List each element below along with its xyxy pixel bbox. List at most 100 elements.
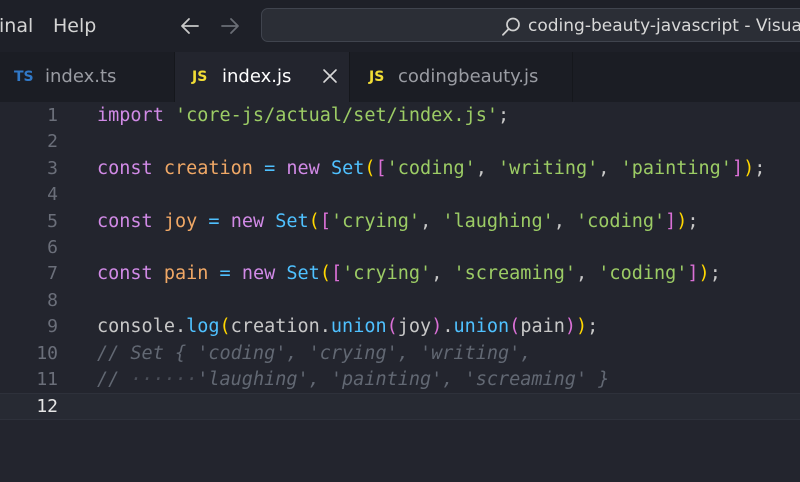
code-token: import <box>97 105 164 126</box>
code-line[interactable]: 8 <box>0 288 800 314</box>
code-line[interactable]: 10 // Set { 'coding', 'crying', 'writing'… <box>0 341 800 367</box>
code-token: joy <box>163 210 198 232</box>
code-token: pain <box>163 263 209 285</box>
code-line[interactable]: 2 <box>0 129 800 155</box>
command-center-search[interactable]: coding-beauty-javascript - Visual S <box>261 8 800 42</box>
code-token: ( <box>308 210 320 232</box>
line-number: 3 <box>47 157 58 179</box>
code-token: ) <box>564 316 577 338</box>
code-token: // Set { 'coding', 'crying', 'writing', <box>97 342 532 364</box>
code-token: ; <box>497 105 510 126</box>
code-token: 'screaming' <box>453 263 577 285</box>
code-token: creation <box>163 157 253 179</box>
code-token: 'laughing', 'painting', 'screaming' } <box>197 369 610 390</box>
code-line[interactable]: 12 <box>0 393 800 420</box>
code-token: ; <box>754 157 766 179</box>
code-token: ] <box>665 210 677 232</box>
code-editor[interactable]: 1 import 'core-js/actual/set/index.js'; 2 3… <box>0 102 800 482</box>
code-token: const <box>97 157 153 179</box>
search-icon <box>502 17 520 36</box>
editor-tab-bar: TS index.ts JS index.js JS codingbeauty.… <box>0 52 800 103</box>
code-token: 'coding' <box>576 210 666 232</box>
code-token: creation <box>230 316 320 338</box>
code-token: ] <box>687 263 699 285</box>
tab-label: codingbeauty.js <box>398 66 539 87</box>
menu-terminal[interactable]: inal <box>0 14 33 38</box>
code-token: ; <box>587 316 599 338</box>
code-token: . <box>442 316 454 338</box>
code-token: // <box>97 369 131 390</box>
code-token: 'coding' <box>598 263 688 285</box>
code-token: new <box>230 210 265 232</box>
code-token: 'crying' <box>342 263 432 285</box>
tab-index-ts[interactable]: TS index.ts <box>0 52 175 102</box>
code-text: console.log(creation.union(joy).union(pa… <box>97 314 598 340</box>
code-token: , <box>431 263 454 285</box>
forward-arrow-icon[interactable] <box>218 14 242 38</box>
code-text: const creation = new Set(['coding', 'wri… <box>97 156 765 182</box>
line-number: 4 <box>47 184 58 206</box>
code-token: . <box>174 316 187 338</box>
code-line[interactable]: 9 console.log(creation.union(joy).union(p… <box>0 314 800 340</box>
line-number: 1 <box>47 105 58 126</box>
line-number: 7 <box>47 263 58 285</box>
tab-codingbeauty-js[interactable]: JS codingbeauty.js <box>350 52 573 102</box>
line-number: 5 <box>47 210 58 232</box>
menu-help[interactable]: Help <box>53 14 96 38</box>
tab-label: index.ts <box>45 66 117 87</box>
code-token: new <box>286 157 320 179</box>
code-token: , <box>553 210 577 232</box>
code-token: ( <box>219 316 231 338</box>
title-bar: inal Help coding-beauty-javascript - Vis… <box>0 0 800 52</box>
line-number: 8 <box>47 289 58 311</box>
code-token: Set <box>275 210 309 232</box>
code-token: ) <box>431 316 443 338</box>
line-number: 12 <box>36 396 58 418</box>
code-token: ] <box>731 157 744 179</box>
code-token: 'coding' <box>386 157 476 179</box>
typescript-file-icon: TS <box>14 69 34 85</box>
code-token: = <box>208 210 220 232</box>
code-token: ( <box>509 316 521 338</box>
code-token: ) <box>676 210 688 232</box>
code-token: ; <box>709 263 721 285</box>
code-token: = <box>219 263 231 285</box>
code-text: import 'core-js/actual/set/index.js'; <box>97 103 509 129</box>
code-token: Set <box>286 263 320 285</box>
code-token: , <box>420 210 443 232</box>
code-token: 'crying' <box>330 210 421 232</box>
code-token: ) <box>698 263 710 285</box>
code-line[interactable]: 3 const creation = new Set(['coding', 'wr… <box>0 156 800 182</box>
code-token: joy <box>397 316 432 338</box>
code-token: ······ <box>130 369 198 390</box>
code-token: ( <box>319 263 331 285</box>
code-line[interactable]: 5 const joy = new Set(['crying', 'laughin… <box>0 209 800 235</box>
close-icon[interactable] <box>320 66 340 86</box>
code-line[interactable]: 1 import 'core-js/actual/set/index.js'; <box>0 103 800 129</box>
code-line[interactable]: 6 <box>0 235 800 261</box>
code-line[interactable]: 11 // ······'laughing', 'painting', 'scre… <box>0 367 800 393</box>
code-token: ; <box>687 210 699 232</box>
code-token: 'writing' <box>498 157 599 179</box>
code-token: log <box>186 316 220 338</box>
code-line[interactable]: 4 <box>0 182 800 208</box>
code-token: [ <box>330 263 343 285</box>
code-token: union <box>330 316 387 338</box>
code-token: 'core-js/actual/set/index.js' <box>174 105 498 126</box>
back-arrow-icon[interactable] <box>178 14 202 38</box>
code-line[interactable]: 7 const pain = new Set(['crying', 'scream… <box>0 261 800 287</box>
code-token: [ <box>319 210 331 232</box>
tab-index-js[interactable]: JS index.js <box>175 52 350 102</box>
code-text: const joy = new Set(['crying', 'laughing… <box>97 209 699 235</box>
code-token: , <box>598 157 621 179</box>
